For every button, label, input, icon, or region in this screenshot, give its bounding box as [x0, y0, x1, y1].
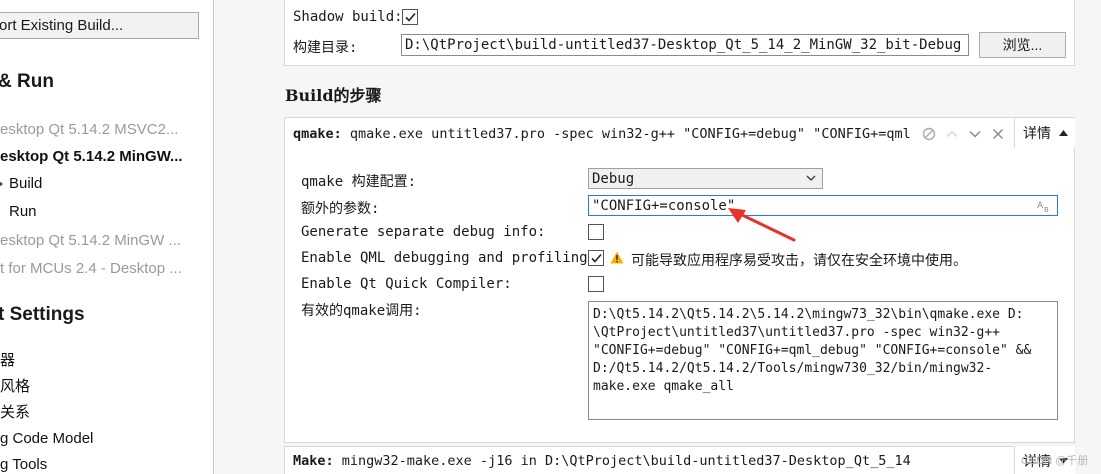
effective-line: make.exe qmake_all: [593, 379, 734, 394]
qmake-step-title: qmake: qmake.exe untitled37.pro -spec wi…: [293, 126, 911, 142]
sidebar-item-label: Run: [9, 203, 37, 220]
make-step-command: mingw32-make.exe -j16 in D:\QtProject\bu…: [333, 453, 911, 469]
collapse-triangle-icon: [1059, 130, 1068, 136]
annotation-arrow-icon: [728, 208, 796, 242]
build-directory-input[interactable]: D:\QtProject\build-untitled37-Desktop_Qt…: [401, 34, 969, 56]
check-icon: [591, 253, 602, 263]
sidebar-kit-mingw-2[interactable]: esktop Qt 5.14.2 MinGW ...: [0, 227, 200, 255]
build-run-heading: & Run: [0, 71, 54, 92]
svg-text:A: A: [1037, 201, 1044, 211]
quick-compiler-label: Enable Qt Quick Compiler:: [301, 276, 512, 292]
sidebar-item-run[interactable]: Run: [0, 199, 200, 225]
sidebar-kit-mingw[interactable]: esktop Qt 5.14.2 MinGW...: [0, 143, 200, 171]
effective-line: \QtProject\untitled37\untitled37.pro -sp…: [593, 325, 1000, 340]
qmake-step-command: qmake.exe untitled37.pro -spec win32-g++…: [341, 126, 911, 142]
general-settings-panel: Shadow build: 构建目录: D:\QtProject\build-u…: [284, 0, 1075, 66]
extra-args-input[interactable]: "CONFIG+=console" AB: [588, 195, 1058, 216]
sidebar-settings-item[interactable]: 器: [0, 348, 200, 374]
effective-line: "CONFIG+=debug" "CONFIG+=qml_debug" "CON…: [593, 343, 1032, 358]
sidebar: ort Existing Build... & Run esktop Qt 5.…: [0, 0, 214, 474]
move-up-icon[interactable]: [944, 126, 960, 142]
sidebar-kit-msvc[interactable]: esktop Qt 5.14.2 MSVC2...: [0, 116, 200, 144]
move-down-icon[interactable]: [967, 126, 983, 142]
effective-line: D:/Qt5.14.2/Qt5.14.2/Tools/mingw730_32/b…: [593, 361, 993, 376]
qml-debug-checkbox[interactable]: [588, 250, 604, 266]
sidebar-settings-item[interactable]: g Tools: [0, 452, 200, 474]
effective-qmake-label: 有效的qmake调用:: [301, 303, 422, 319]
sidebar-item-build[interactable]: Build: [0, 171, 200, 197]
remove-step-icon[interactable]: [990, 126, 1006, 142]
extra-args-value: "CONFIG+=console": [592, 198, 736, 214]
variable-chooser-icon[interactable]: AB: [1036, 199, 1052, 213]
sidebar-settings-item[interactable]: g Code Model: [0, 426, 200, 452]
separate-debug-label: Generate separate debug info:: [301, 224, 546, 240]
warning-icon: [610, 251, 624, 264]
make-step-panel: Make: mingw32-make.exe -j16 in D:\QtProj…: [284, 446, 1075, 474]
import-existing-build-button[interactable]: ort Existing Build...: [0, 12, 199, 39]
quick-compiler-checkbox[interactable]: [588, 276, 604, 292]
chevron-right-icon: [0, 181, 3, 187]
details-label: 详情: [1023, 125, 1051, 141]
shadow-build-checkbox[interactable]: [402, 9, 418, 25]
qmake-config-select[interactable]: Debug: [588, 168, 823, 189]
svg-text:B: B: [1044, 206, 1049, 213]
build-steps-heading: Build的步骤: [285, 86, 382, 105]
qml-debug-warning-text: 可能导致应用程序易受攻击，请仅在安全环境中使用。: [631, 252, 967, 268]
effective-qmake-call-textarea[interactable]: D:\Qt5.14.2\Qt5.14.2\5.14.2\mingw73_32\b…: [588, 301, 1058, 420]
effective-line: D:\Qt5.14.2\Qt5.14.2\5.14.2\mingw73_32\b…: [593, 307, 1024, 322]
extra-args-label: 额外的参数:: [301, 201, 380, 217]
sidebar-settings-item[interactable]: 关系: [0, 400, 200, 426]
separate-debug-checkbox[interactable]: [588, 224, 604, 240]
project-settings-heading: t Settings: [0, 304, 85, 325]
shadow-build-label: Shadow build:: [293, 9, 403, 25]
make-step-title: Make: mingw32-make.exe -j16 in D:\QtProj…: [293, 453, 911, 469]
sidebar-settings-item[interactable]: 风格: [0, 374, 200, 400]
qmake-step-title-bold: qmake:: [293, 126, 342, 142]
build-directory-label: 构建目录:: [293, 40, 358, 56]
watermark: CSDN @千册: [1021, 455, 1089, 467]
qmake-step-panel: qmake: qmake.exe untitled37.pro -spec wi…: [284, 117, 1075, 443]
make-step-title-bold: Make:: [293, 453, 334, 469]
build-settings-main: Shadow build: 构建目录: D:\QtProject\build-u…: [215, 0, 1101, 474]
browse-button[interactable]: 浏览...: [979, 32, 1066, 58]
sidebar-item-label: Build: [9, 175, 43, 192]
qml-debug-label: Enable QML debugging and profiling:: [301, 250, 597, 266]
chevron-down-icon: [806, 175, 816, 181]
qmake-details-button[interactable]: 详情: [1014, 118, 1075, 148]
check-icon: [405, 12, 416, 22]
qmake-config-value: Debug: [592, 171, 635, 187]
qmake-config-label: qmake 构建配置:: [301, 174, 417, 190]
disable-icon[interactable]: [921, 126, 937, 142]
sidebar-kit-mcu[interactable]: t for MCUs 2.4 - Desktop ...: [0, 255, 200, 283]
